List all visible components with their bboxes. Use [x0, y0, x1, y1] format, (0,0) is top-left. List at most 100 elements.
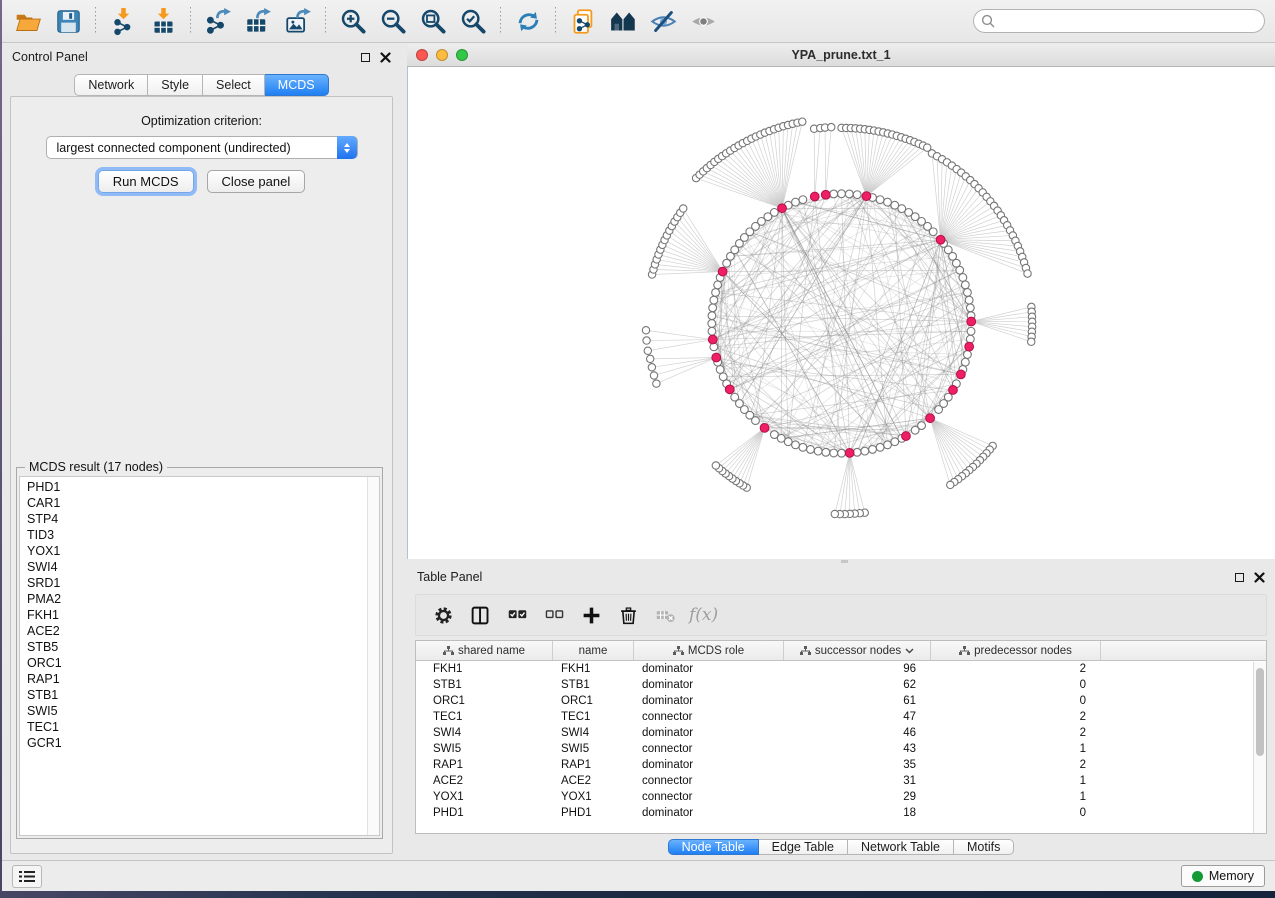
search-input[interactable] [973, 9, 1265, 33]
network-node[interactable] [861, 447, 869, 455]
cell-name[interactable]: YOX1 [553, 791, 634, 803]
maximize-window-icon[interactable] [456, 49, 468, 61]
cell-predecessor-nodes[interactable]: 1 [931, 743, 1101, 755]
mcds-list-scrollbar[interactable] [367, 477, 379, 835]
export-network-button[interactable] [198, 4, 238, 38]
delete-table-button[interactable] [650, 600, 680, 630]
network-hub-node[interactable] [725, 385, 734, 394]
column-header-predecessor-nodes[interactable]: predecessor nodes [931, 641, 1101, 660]
column-header-MCDS-role[interactable]: MCDS role [634, 641, 784, 660]
network-node[interactable] [708, 312, 716, 320]
unselect-all-button[interactable] [539, 600, 569, 630]
tab-node-table[interactable]: Node Table [668, 839, 759, 855]
cell-MCDS-role[interactable]: dominator [634, 663, 784, 675]
network-node[interactable] [966, 304, 974, 312]
network-node[interactable] [876, 443, 884, 451]
network-hub-node[interactable] [965, 342, 974, 351]
network-node[interactable] [653, 380, 660, 387]
column-header-successor-nodes[interactable]: successor nodes [784, 641, 931, 660]
cell-shared-name[interactable]: FKH1 [416, 663, 553, 675]
network-hub-node[interactable] [949, 386, 958, 395]
network-node[interactable] [799, 118, 806, 125]
network-node[interactable] [650, 372, 657, 379]
mcds-result-item[interactable]: PMA2 [20, 591, 379, 607]
cell-shared-name[interactable]: SWI5 [416, 743, 553, 755]
cell-successor-nodes[interactable]: 18 [784, 807, 931, 819]
tab-network-table[interactable]: Network Table [848, 839, 954, 855]
network-node[interactable] [838, 449, 846, 457]
network-node[interactable] [853, 191, 861, 199]
cell-successor-nodes[interactable]: 29 [784, 791, 931, 803]
network-node[interactable] [959, 274, 967, 282]
table-row[interactable]: RAP1RAP1dominator352 [416, 757, 1266, 773]
network-node[interactable] [838, 190, 846, 198]
float-panel-icon[interactable] [361, 53, 370, 62]
tab-select[interactable]: Select [203, 74, 265, 96]
close-window-icon[interactable] [416, 49, 428, 61]
column-header-shared-name[interactable]: shared name [416, 641, 553, 660]
cell-successor-nodes[interactable]: 62 [784, 679, 931, 691]
function-builder-icon[interactable]: f(x) [689, 605, 718, 625]
mcds-result-item[interactable]: STB1 [20, 687, 379, 703]
settings-button[interactable] [428, 600, 458, 630]
network-node[interactable] [831, 510, 838, 517]
network-node[interactable] [792, 441, 800, 449]
network-node[interactable] [884, 198, 892, 206]
network-node[interactable] [961, 358, 969, 366]
network-node[interactable] [966, 335, 974, 343]
open-button[interactable] [8, 4, 48, 38]
mcds-result-item[interactable]: TEC1 [20, 719, 379, 735]
network-node[interactable] [869, 446, 877, 454]
cell-name[interactable]: STB1 [553, 679, 634, 691]
table-row[interactable]: YOX1YOX1connector291 [416, 789, 1266, 805]
import-table-button[interactable] [143, 4, 183, 38]
cell-predecessor-nodes[interactable]: 1 [931, 775, 1101, 787]
cell-shared-name[interactable]: PHD1 [416, 807, 553, 819]
network-hub-node[interactable] [778, 204, 787, 213]
close-panel-icon[interactable] [379, 51, 391, 63]
cell-successor-nodes[interactable]: 46 [784, 727, 931, 739]
network-node[interactable] [716, 366, 724, 374]
network-node[interactable] [830, 190, 838, 198]
network-node[interactable] [830, 449, 838, 457]
network-hub-node[interactable] [926, 414, 935, 423]
network-hub-node[interactable] [712, 353, 721, 362]
network-hub-node[interactable] [718, 267, 727, 276]
network-node[interactable] [799, 196, 807, 204]
show-graphics-button[interactable] [683, 4, 723, 38]
mcds-result-item[interactable]: RAP1 [20, 671, 379, 687]
network-hub-node[interactable] [760, 423, 769, 432]
network-hub-node[interactable] [708, 335, 717, 344]
network-node[interactable] [1024, 270, 1031, 277]
cell-predecessor-nodes[interactable]: 0 [931, 695, 1101, 707]
network-node[interactable] [643, 337, 650, 344]
network-hub-node[interactable] [967, 317, 976, 326]
import-network-button[interactable] [103, 4, 143, 38]
cell-MCDS-role[interactable]: connector [634, 711, 784, 723]
column-chooser-button[interactable] [465, 600, 495, 630]
network-hub-node[interactable] [956, 370, 965, 379]
mcds-result-item[interactable]: CAR1 [20, 495, 379, 511]
network-hub-node[interactable] [810, 192, 819, 201]
cell-name[interactable]: SWI4 [553, 727, 634, 739]
cell-successor-nodes[interactable]: 35 [784, 759, 931, 771]
network-node[interactable] [709, 304, 717, 312]
hide-graphics-button[interactable] [643, 4, 683, 38]
horizontal-splitter[interactable] [407, 559, 1275, 564]
network-hub-node[interactable] [902, 432, 911, 441]
tab-network[interactable]: Network [74, 74, 148, 96]
cell-predecessor-nodes[interactable]: 2 [931, 727, 1101, 739]
network-node[interactable] [1028, 338, 1035, 345]
zoom-fit-button[interactable] [413, 4, 453, 38]
network-node[interactable] [770, 431, 778, 439]
cell-name[interactable]: ORC1 [553, 695, 634, 707]
mcds-result-item[interactable]: TID3 [20, 527, 379, 543]
delete-column-button[interactable] [613, 600, 643, 630]
cell-successor-nodes[interactable]: 47 [784, 711, 931, 723]
network-node[interactable] [712, 289, 720, 297]
network-node[interactable] [799, 443, 807, 451]
network-node[interactable] [708, 320, 716, 328]
tab-edge-table[interactable]: Edge Table [759, 839, 848, 855]
cell-predecessor-nodes[interactable]: 0 [931, 679, 1101, 691]
network-node[interactable] [956, 266, 964, 274]
